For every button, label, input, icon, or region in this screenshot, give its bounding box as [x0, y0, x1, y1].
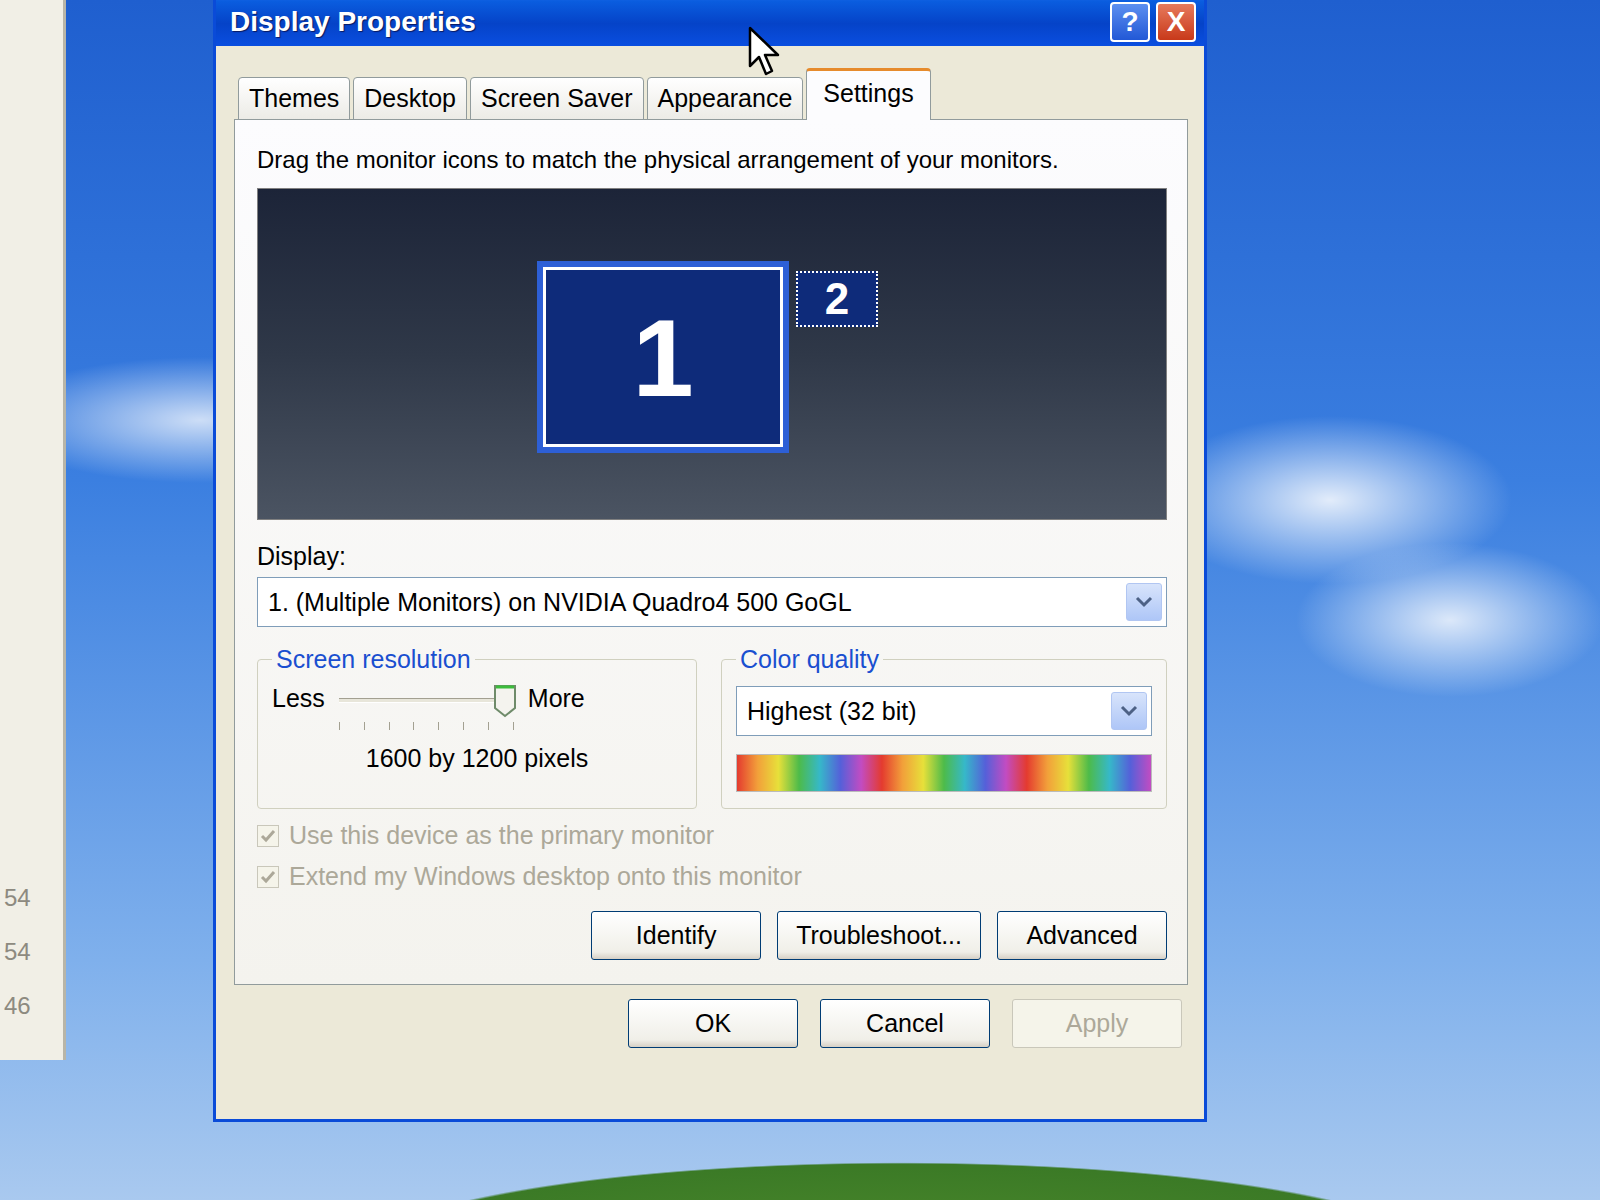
close-button[interactable]: X: [1156, 2, 1196, 42]
background-window-text: 46: [4, 992, 63, 1020]
color-quality-value: Highest (32 bit): [747, 697, 917, 726]
dropdown-button[interactable]: [1126, 583, 1162, 621]
check-icon: [260, 870, 276, 884]
instruction-text: Drag the monitor icons to match the phys…: [257, 146, 1167, 174]
slider-tick: [513, 722, 514, 730]
panel-button[interactable]: Troubleshoot...: [777, 911, 981, 960]
slider-tick: [488, 722, 489, 730]
dialog-body: ThemesDesktopScreen SaverAppearanceSetti…: [216, 46, 1204, 1119]
monitor-icon[interactable]: 1: [543, 267, 783, 447]
tab[interactable]: Screen Saver: [470, 77, 643, 120]
panel-button[interactable]: Identify: [591, 911, 761, 960]
display-label: Display:: [257, 542, 1167, 571]
dialog-button[interactable]: OK: [628, 999, 798, 1048]
slider-tick: [389, 722, 390, 730]
display-value: 1. (Multiple Monitors) on NVIDIA Quadro4…: [268, 588, 852, 617]
checkbox-row: Extend my Windows desktop onto this moni…: [257, 862, 1167, 891]
tab[interactable]: Settings: [806, 68, 930, 120]
settings-groups: Screen resolution Less More 1600 by 1200 pi…: [257, 645, 1167, 809]
chevron-down-icon: [1120, 704, 1138, 718]
resolution-slider[interactable]: [339, 684, 514, 740]
dialog-button[interactable]: Cancel: [820, 999, 990, 1048]
panel-button[interactable]: Advanced: [997, 911, 1167, 960]
mouse-pointer-icon: [748, 26, 782, 78]
slider-ticks: [339, 722, 514, 730]
window-title: Display Properties: [230, 6, 476, 38]
slider-thumb[interactable]: [493, 684, 517, 718]
checkbox-label: Use this device as the primary monitor: [289, 821, 714, 850]
resolution-title: Screen resolution: [272, 645, 475, 674]
slider-tick: [413, 722, 414, 730]
color-quality-title: Color quality: [736, 645, 883, 674]
window-controls: ?X: [1110, 2, 1196, 42]
background-window-text: 54: [4, 884, 63, 912]
tab[interactable]: Desktop: [353, 77, 467, 120]
checkbox-label: Extend my Windows desktop onto this moni…: [289, 862, 802, 891]
color-quality-dropdown[interactable]: Highest (32 bit): [736, 686, 1152, 736]
check-icon: [260, 829, 276, 843]
chevron-down-icon: [1135, 595, 1153, 609]
resolution-reading: 1600 by 1200 pixels: [272, 744, 682, 773]
checkbox: [257, 866, 279, 888]
display-properties-dialog: Display Properties?XThemesDesktopScreen …: [213, 0, 1207, 1122]
checkbox-row: Use this device as the primary monitor: [257, 821, 1167, 850]
background-window: 54 54 46: [0, 0, 66, 1060]
slider-tick: [339, 722, 340, 730]
dropdown-button[interactable]: [1111, 692, 1147, 730]
background-window-text: 54: [4, 938, 63, 966]
resolution-group: Screen resolution Less More 1600 by 1200 pi…: [257, 645, 697, 809]
help-button[interactable]: ?: [1110, 2, 1150, 42]
slider-tick: [438, 722, 439, 730]
panel-buttons: Identify Troubleshoot... Advanced: [257, 911, 1167, 960]
color-sample-bar: [736, 754, 1152, 792]
checkbox-list: Use this device as the primary monitor Ex…: [257, 821, 1167, 891]
less-label: Less: [272, 684, 325, 713]
monitor-icon[interactable]: 2: [796, 271, 878, 327]
desktop: 545446Display Properties?XThemesDesktopS…: [0, 0, 1600, 1200]
slider-track: [339, 698, 514, 703]
tab[interactable]: Appearance: [647, 77, 804, 120]
checkbox: [257, 825, 279, 847]
dialog-buttons: OK Cancel Apply: [234, 999, 1188, 1048]
tab[interactable]: Themes: [238, 77, 350, 120]
slider-tick: [463, 722, 464, 730]
settings-panel: Drag the monitor icons to match the phys…: [234, 119, 1188, 985]
more-label: More: [528, 684, 585, 713]
display-dropdown[interactable]: 1. (Multiple Monitors) on NVIDIA Quadro4…: [257, 577, 1167, 627]
color-quality-group: Color quality Highest (32 bit): [721, 645, 1167, 809]
tab-row: ThemesDesktopScreen SaverAppearanceSetti…: [234, 68, 1188, 120]
dialog-button: Apply: [1012, 999, 1182, 1048]
slider-tick: [364, 722, 365, 730]
resolution-slider-row: Less More: [272, 684, 682, 740]
title-bar[interactable]: Display Properties?X: [216, 0, 1204, 46]
monitor-arrangement: 12: [257, 188, 1167, 520]
